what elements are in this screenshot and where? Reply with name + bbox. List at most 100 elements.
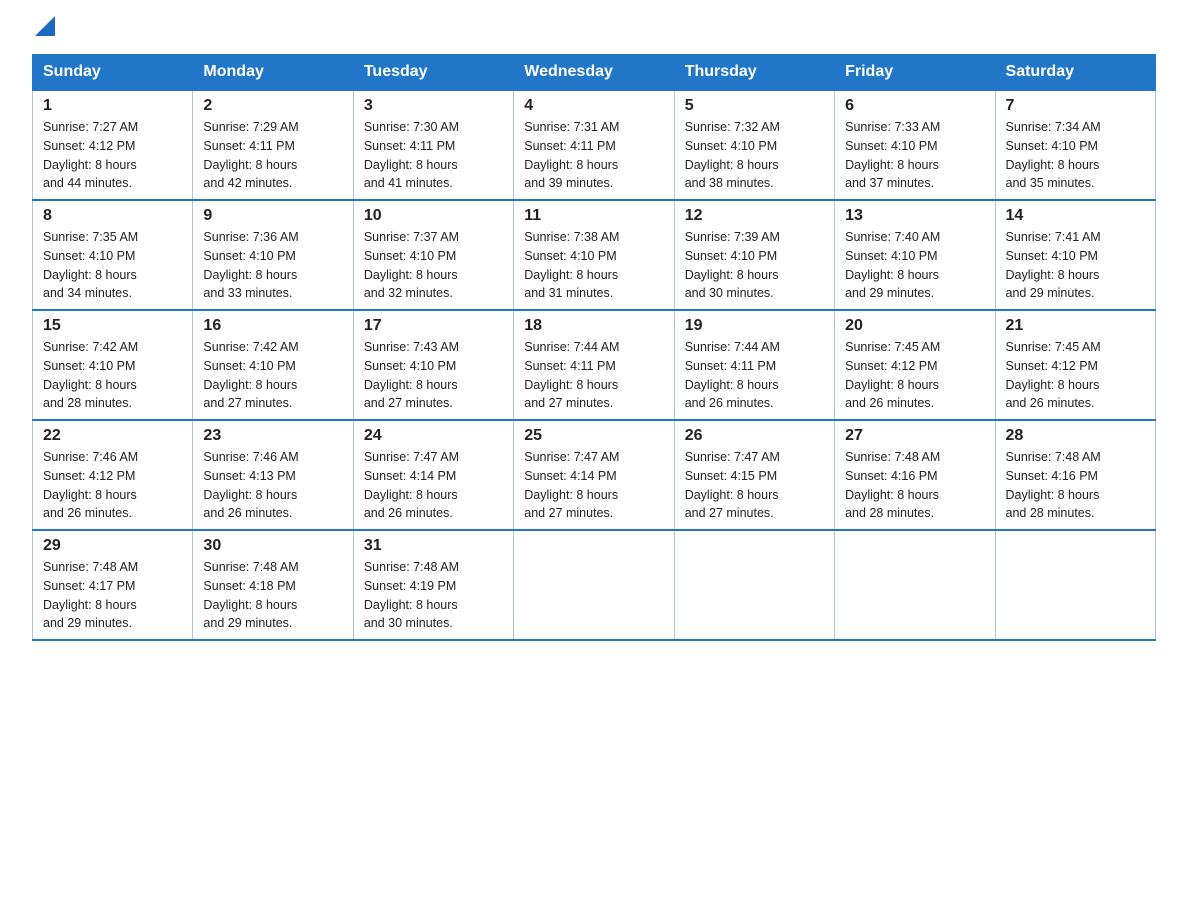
day-info: Sunrise: 7:46 AMSunset: 4:12 PMDaylight:… bbox=[43, 448, 182, 523]
day-info: Sunrise: 7:41 AMSunset: 4:10 PMDaylight:… bbox=[1006, 228, 1145, 303]
calendar-day-cell: 27 Sunrise: 7:48 AMSunset: 4:16 PMDayligh… bbox=[835, 420, 995, 530]
calendar-day-cell bbox=[674, 530, 834, 640]
calendar-day-cell: 10Sunrise: 7:37 AMSunset: 4:10 PMDayligh… bbox=[353, 200, 513, 310]
day-info: Sunrise: 7:40 AMSunset: 4:10 PMDaylight:… bbox=[845, 228, 984, 303]
weekday-header-thursday: Thursday bbox=[674, 55, 834, 91]
day-number: 26 bbox=[685, 427, 824, 445]
calendar-day-cell: 28 Sunrise: 7:48 AMSunset: 4:16 PMDayligh… bbox=[995, 420, 1155, 530]
calendar-day-cell: 2Sunrise: 7:29 AMSunset: 4:11 PMDaylight… bbox=[193, 90, 353, 200]
calendar-day-cell: 4 Sunrise: 7:31 AMSunset: 4:11 PMDaylight… bbox=[514, 90, 674, 200]
day-number: 3 bbox=[364, 97, 503, 115]
day-number: 25 bbox=[524, 427, 663, 445]
day-info: Sunrise: 7:47 AMSunset: 4:14 PMDaylight:… bbox=[364, 448, 503, 523]
calendar-day-cell: 26 Sunrise: 7:47 AMSunset: 4:15 PMDayligh… bbox=[674, 420, 834, 530]
logo bbox=[32, 24, 55, 36]
day-number: 14 bbox=[1006, 207, 1145, 225]
calendar-day-cell: 20 Sunrise: 7:45 AMSunset: 4:12 PMDayligh… bbox=[835, 310, 995, 420]
calendar-day-cell bbox=[995, 530, 1155, 640]
calendar-day-cell: 5 Sunrise: 7:32 AMSunset: 4:10 PMDaylight… bbox=[674, 90, 834, 200]
calendar-day-cell: 16Sunrise: 7:42 AMSunset: 4:10 PMDayligh… bbox=[193, 310, 353, 420]
calendar-day-cell: 7Sunrise: 7:34 AMSunset: 4:10 PMDaylight… bbox=[995, 90, 1155, 200]
day-info: Sunrise: 7:46 AMSunset: 4:13 PMDaylight:… bbox=[203, 448, 342, 523]
day-number: 8 bbox=[43, 207, 182, 225]
day-number: 11 bbox=[524, 207, 663, 225]
day-number: 20 bbox=[845, 317, 984, 335]
calendar-week-row: 29 Sunrise: 7:48 AMSunset: 4:17 PMDayligh… bbox=[33, 530, 1156, 640]
calendar-day-cell: 18 Sunrise: 7:44 AMSunset: 4:11 PMDayligh… bbox=[514, 310, 674, 420]
calendar-week-row: 22 Sunrise: 7:46 AMSunset: 4:12 PMDayligh… bbox=[33, 420, 1156, 530]
day-number: 5 bbox=[685, 97, 824, 115]
calendar-day-cell: 3 Sunrise: 7:30 AMSunset: 4:11 PMDaylight… bbox=[353, 90, 513, 200]
calendar-day-cell: 22 Sunrise: 7:46 AMSunset: 4:12 PMDayligh… bbox=[33, 420, 193, 530]
day-number: 17 bbox=[364, 317, 503, 335]
day-number: 24 bbox=[364, 427, 503, 445]
day-number: 29 bbox=[43, 537, 182, 555]
day-number: 4 bbox=[524, 97, 663, 115]
calendar-day-cell: 14 Sunrise: 7:41 AMSunset: 4:10 PMDayligh… bbox=[995, 200, 1155, 310]
day-info: Sunrise: 7:38 AMSunset: 4:10 PMDaylight:… bbox=[524, 228, 663, 303]
calendar-day-cell: 11 Sunrise: 7:38 AMSunset: 4:10 PMDayligh… bbox=[514, 200, 674, 310]
calendar-week-row: 8Sunrise: 7:35 AMSunset: 4:10 PMDaylight… bbox=[33, 200, 1156, 310]
day-number: 13 bbox=[845, 207, 984, 225]
day-number: 2 bbox=[203, 97, 342, 115]
calendar-day-cell: 24 Sunrise: 7:47 AMSunset: 4:14 PMDayligh… bbox=[353, 420, 513, 530]
page-header bbox=[32, 24, 1156, 36]
calendar-day-cell: 8Sunrise: 7:35 AMSunset: 4:10 PMDaylight… bbox=[33, 200, 193, 310]
calendar-day-cell: 17 Sunrise: 7:43 AMSunset: 4:10 PMDayligh… bbox=[353, 310, 513, 420]
day-info: Sunrise: 7:27 AMSunset: 4:12 PMDaylight:… bbox=[43, 118, 182, 193]
day-info: Sunrise: 7:42 AMSunset: 4:10 PMDaylight:… bbox=[43, 338, 182, 413]
calendar-day-cell: 30 Sunrise: 7:48 AMSunset: 4:18 PMDayligh… bbox=[193, 530, 353, 640]
day-number: 22 bbox=[43, 427, 182, 445]
calendar-week-row: 1Sunrise: 7:27 AMSunset: 4:12 PMDaylight… bbox=[33, 90, 1156, 200]
weekday-header-friday: Friday bbox=[835, 55, 995, 91]
calendar-day-cell bbox=[514, 530, 674, 640]
weekday-header-wednesday: Wednesday bbox=[514, 55, 674, 91]
calendar-day-cell: 29 Sunrise: 7:48 AMSunset: 4:17 PMDayligh… bbox=[33, 530, 193, 640]
calendar-week-row: 15 Sunrise: 7:42 AMSunset: 4:10 PMDayligh… bbox=[33, 310, 1156, 420]
day-number: 31 bbox=[364, 537, 503, 555]
day-number: 12 bbox=[685, 207, 824, 225]
calendar-day-cell: 19 Sunrise: 7:44 AMSunset: 4:11 PMDayligh… bbox=[674, 310, 834, 420]
calendar-day-cell: 6 Sunrise: 7:33 AMSunset: 4:10 PMDaylight… bbox=[835, 90, 995, 200]
calendar-day-cell: 13 Sunrise: 7:40 AMSunset: 4:10 PMDayligh… bbox=[835, 200, 995, 310]
logo-triangle-icon bbox=[35, 16, 55, 36]
day-number: 27 bbox=[845, 427, 984, 445]
day-info: Sunrise: 7:48 AMSunset: 4:17 PMDaylight:… bbox=[43, 558, 182, 633]
day-info: Sunrise: 7:30 AMSunset: 4:11 PMDaylight:… bbox=[364, 118, 503, 193]
day-info: Sunrise: 7:47 AMSunset: 4:15 PMDaylight:… bbox=[685, 448, 824, 523]
day-info: Sunrise: 7:37 AMSunset: 4:10 PMDaylight:… bbox=[364, 228, 503, 303]
day-info: Sunrise: 7:44 AMSunset: 4:11 PMDaylight:… bbox=[685, 338, 824, 413]
day-info: Sunrise: 7:48 AMSunset: 4:16 PMDaylight:… bbox=[1006, 448, 1145, 523]
day-info: Sunrise: 7:39 AMSunset: 4:10 PMDaylight:… bbox=[685, 228, 824, 303]
day-info: Sunrise: 7:43 AMSunset: 4:10 PMDaylight:… bbox=[364, 338, 503, 413]
day-info: Sunrise: 7:31 AMSunset: 4:11 PMDaylight:… bbox=[524, 118, 663, 193]
calendar-day-cell: 23 Sunrise: 7:46 AMSunset: 4:13 PMDayligh… bbox=[193, 420, 353, 530]
day-info: Sunrise: 7:47 AMSunset: 4:14 PMDaylight:… bbox=[524, 448, 663, 523]
day-number: 28 bbox=[1006, 427, 1145, 445]
day-info: Sunrise: 7:34 AMSunset: 4:10 PMDaylight:… bbox=[1006, 118, 1145, 193]
calendar-day-cell: 21 Sunrise: 7:45 AMSunset: 4:12 PMDayligh… bbox=[995, 310, 1155, 420]
day-info: Sunrise: 7:45 AMSunset: 4:12 PMDaylight:… bbox=[845, 338, 984, 413]
weekday-header-tuesday: Tuesday bbox=[353, 55, 513, 91]
day-number: 30 bbox=[203, 537, 342, 555]
day-info: Sunrise: 7:45 AMSunset: 4:12 PMDaylight:… bbox=[1006, 338, 1145, 413]
day-number: 18 bbox=[524, 317, 663, 335]
day-number: 23 bbox=[203, 427, 342, 445]
weekday-header-saturday: Saturday bbox=[995, 55, 1155, 91]
calendar-day-cell: 15 Sunrise: 7:42 AMSunset: 4:10 PMDayligh… bbox=[33, 310, 193, 420]
day-info: Sunrise: 7:33 AMSunset: 4:10 PMDaylight:… bbox=[845, 118, 984, 193]
day-number: 15 bbox=[43, 317, 182, 335]
day-number: 19 bbox=[685, 317, 824, 335]
day-number: 21 bbox=[1006, 317, 1145, 335]
day-info: Sunrise: 7:32 AMSunset: 4:10 PMDaylight:… bbox=[685, 118, 824, 193]
day-info: Sunrise: 7:48 AMSunset: 4:19 PMDaylight:… bbox=[364, 558, 503, 633]
calendar-day-cell: 25 Sunrise: 7:47 AMSunset: 4:14 PMDayligh… bbox=[514, 420, 674, 530]
day-info: Sunrise: 7:44 AMSunset: 4:11 PMDaylight:… bbox=[524, 338, 663, 413]
day-info: Sunrise: 7:48 AMSunset: 4:16 PMDaylight:… bbox=[845, 448, 984, 523]
day-info: Sunrise: 7:42 AMSunset: 4:10 PMDaylight:… bbox=[203, 338, 342, 413]
calendar-day-cell bbox=[835, 530, 995, 640]
day-number: 6 bbox=[845, 97, 984, 115]
calendar-day-cell: 9Sunrise: 7:36 AMSunset: 4:10 PMDaylight… bbox=[193, 200, 353, 310]
weekday-header-row: SundayMondayTuesdayWednesdayThursdayFrid… bbox=[33, 55, 1156, 91]
day-info: Sunrise: 7:48 AMSunset: 4:18 PMDaylight:… bbox=[203, 558, 342, 633]
